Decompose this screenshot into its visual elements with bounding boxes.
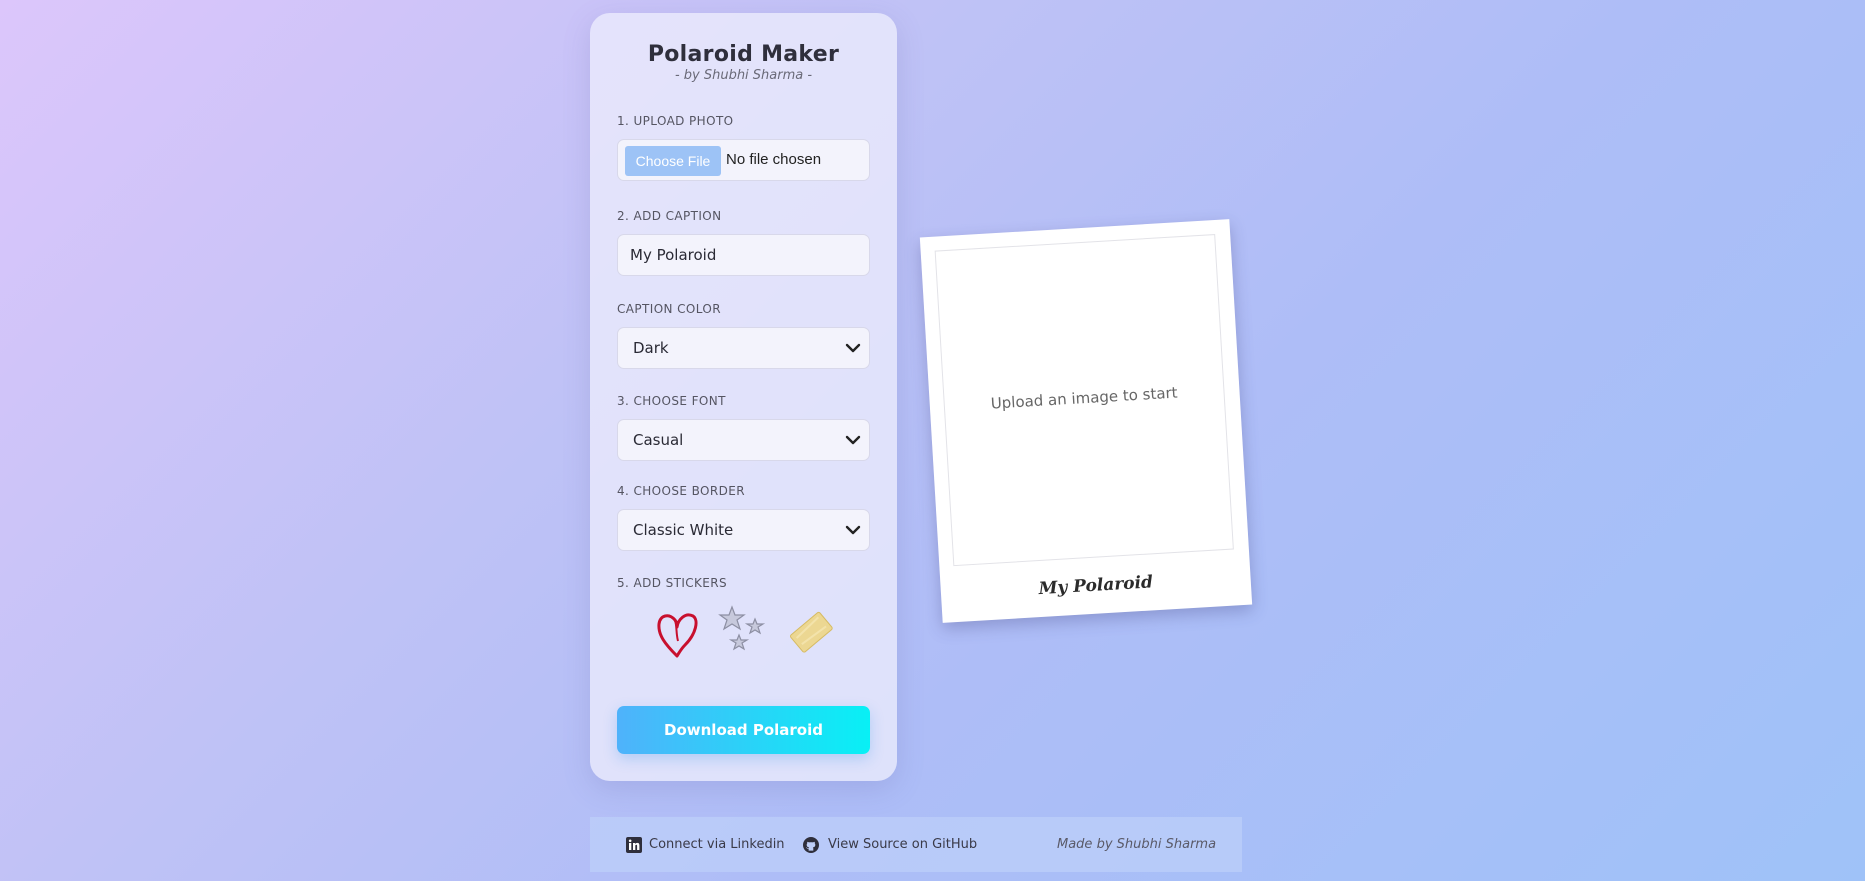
caption-label: 2. ADD CAPTION	[617, 209, 722, 223]
upload-label: 1. UPLOAD PHOTO	[617, 114, 734, 128]
border-select[interactable]: Classic White	[617, 509, 870, 551]
polaroid-preview: Upload an image to start My Polaroid	[919, 219, 1253, 623]
download-button[interactable]: Download Polaroid	[617, 706, 870, 754]
sticker-picker	[617, 603, 870, 673]
made-by-text: Made by Shubhi Sharma	[1057, 837, 1217, 852]
caption-color-label: CAPTION COLOR	[617, 302, 721, 316]
border-select-value: Classic White	[633, 521, 734, 539]
font-select[interactable]: Casual	[617, 419, 870, 461]
upload-placeholder: Upload an image to start	[990, 383, 1179, 413]
linkedin-link[interactable]: Connect via Linkedin	[649, 817, 785, 872]
heart-sticker-icon[interactable]	[655, 608, 699, 660]
photo-area[interactable]: Upload an image to start	[934, 234, 1234, 567]
caption-input-value: My Polaroid	[630, 246, 717, 264]
footer: Connect via Linkedin View Source on GitH…	[590, 817, 1242, 872]
chevron-down-icon	[845, 435, 861, 445]
border-label: 4. CHOOSE BORDER	[617, 484, 745, 498]
control-panel: Polaroid Maker - by Shubhi Sharma - 1. U…	[590, 13, 897, 781]
file-status: No file chosen	[726, 151, 822, 168]
stickers-label: 5. ADD STICKERS	[617, 576, 728, 590]
polaroid-caption: My Polaroid	[1038, 572, 1154, 600]
app-title: Polaroid Maker	[647, 42, 840, 67]
file-input[interactable]: Choose File No file chosen	[617, 139, 870, 181]
app-subtitle: - by Shubhi Sharma -	[674, 68, 813, 83]
font-select-value: Casual	[633, 431, 684, 449]
chevron-down-icon	[845, 525, 861, 535]
stars-sticker-icon[interactable]	[717, 605, 769, 657]
tape-sticker-icon[interactable]	[783, 603, 841, 663]
choose-file-button[interactable]: Choose File	[625, 146, 721, 176]
linkedin-icon	[626, 837, 642, 853]
chevron-down-icon	[845, 343, 861, 353]
font-label: 3. CHOOSE FONT	[617, 394, 726, 408]
caption-color-value: Dark	[633, 339, 669, 357]
github-icon	[803, 837, 819, 853]
caption-input[interactable]: My Polaroid	[617, 234, 870, 276]
caption-color-select[interactable]: Dark	[617, 327, 870, 369]
github-link[interactable]: View Source on GitHub	[828, 817, 977, 872]
